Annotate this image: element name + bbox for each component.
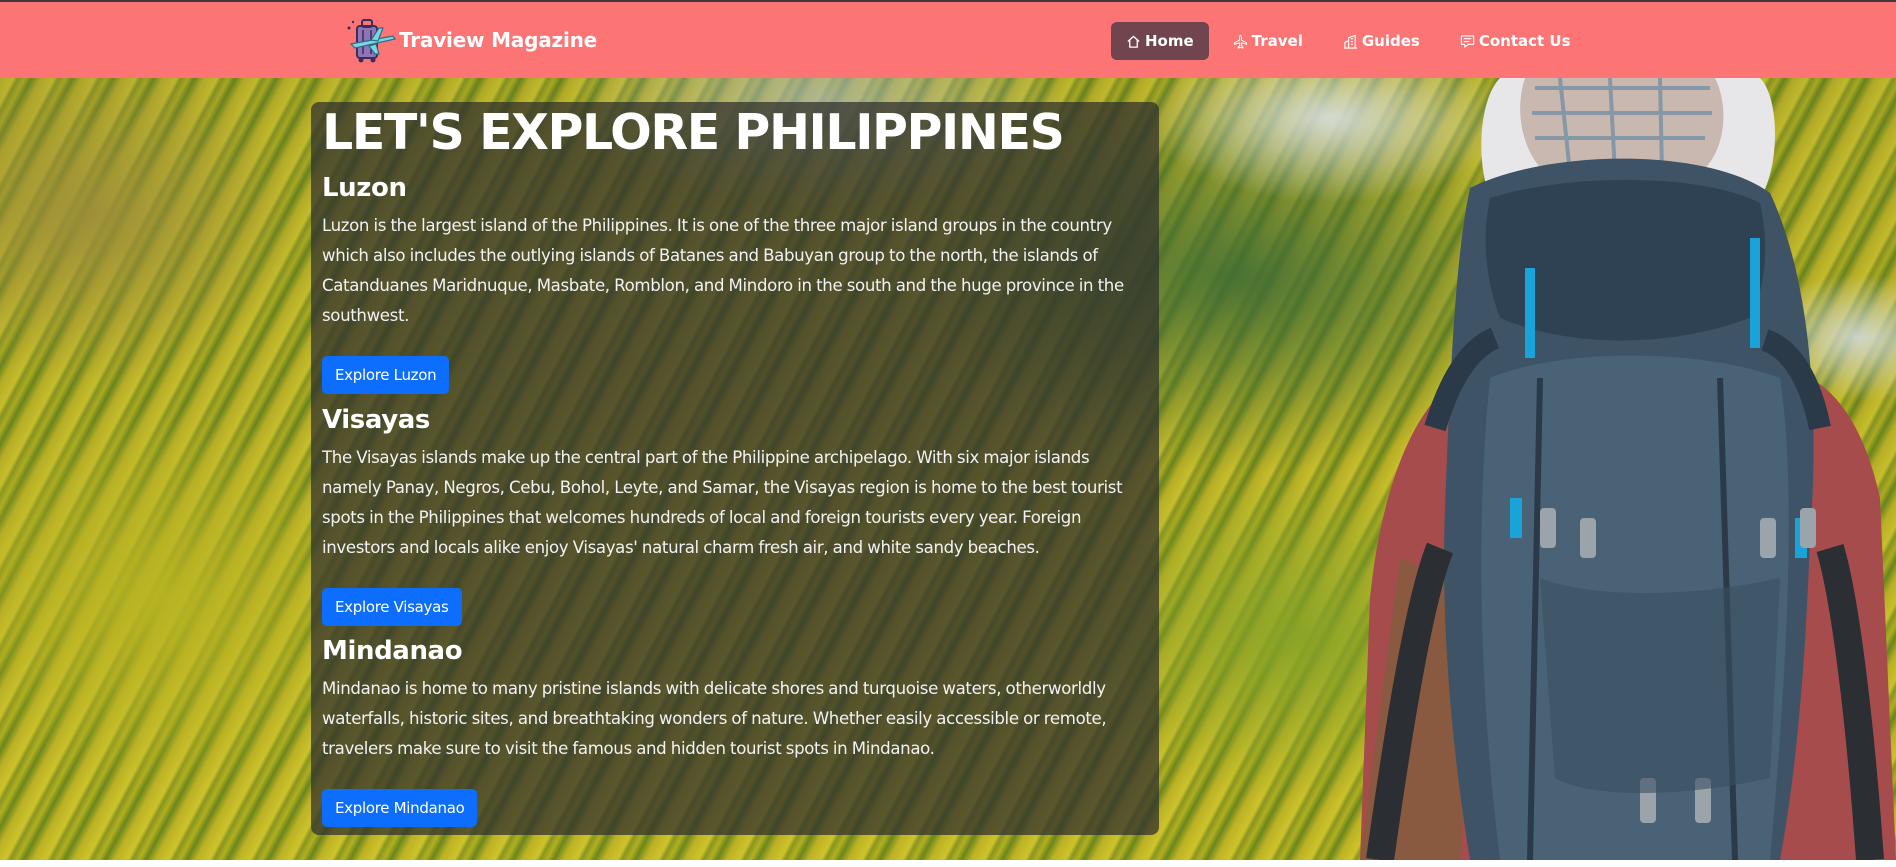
explore-mindanao-button[interactable]: Explore Mindanao: [322, 789, 478, 827]
explore-luzon-button[interactable]: Explore Luzon: [322, 356, 450, 394]
backpacker-photo: [1360, 78, 1896, 860]
nav-link-home[interactable]: Home: [1111, 22, 1209, 60]
section-visayas: Visayas The Visayas islands make up the …: [322, 402, 1152, 626]
brand-link[interactable]: Traview Magazine: [345, 14, 597, 66]
nav-link-label: Contact Us: [1478, 32, 1571, 50]
nav-link-contact[interactable]: Contact Us: [1444, 22, 1587, 60]
nav-link-travel[interactable]: Travel: [1217, 22, 1319, 60]
suitcase-airplane-icon: [347, 19, 396, 63]
explore-visayas-button[interactable]: Explore Visayas: [322, 588, 462, 626]
section-luzon: Luzon Luzon is the largest island of the…: [322, 170, 1152, 394]
brand-name: Traview Magazine: [399, 28, 598, 52]
section-heading: Mindanao: [322, 636, 463, 666]
airplane-icon: [1233, 34, 1247, 49]
section-text: Luzon is the largest island of the Phili…: [322, 216, 1124, 325]
house-icon: [1127, 35, 1140, 48]
navbar: Traview Magazine Home Travel Guides Cont…: [0, 0, 1896, 78]
chat-square-icon: [1460, 34, 1475, 48]
section-heading: Visayas: [322, 405, 430, 435]
section-text: The Visayas islands make up the central …: [322, 448, 1123, 557]
section-text: Mindanao is home to many pristine island…: [322, 679, 1107, 758]
building-icon: [1343, 34, 1357, 49]
page-title: LET'S EXPLORE PHILIPPINES: [322, 104, 1065, 161]
nav-link-label: Travel: [1251, 32, 1303, 50]
nav-link-guides[interactable]: Guides: [1327, 22, 1436, 60]
section-heading: Luzon: [322, 173, 407, 203]
nav-link-label: Guides: [1361, 32, 1420, 50]
nav-link-label: Home: [1145, 32, 1194, 50]
section-mindanao: Mindanao Mindanao is home to many pristi…: [322, 633, 1152, 827]
nav-links: Home Travel Guides Contact Us: [1111, 22, 1595, 60]
